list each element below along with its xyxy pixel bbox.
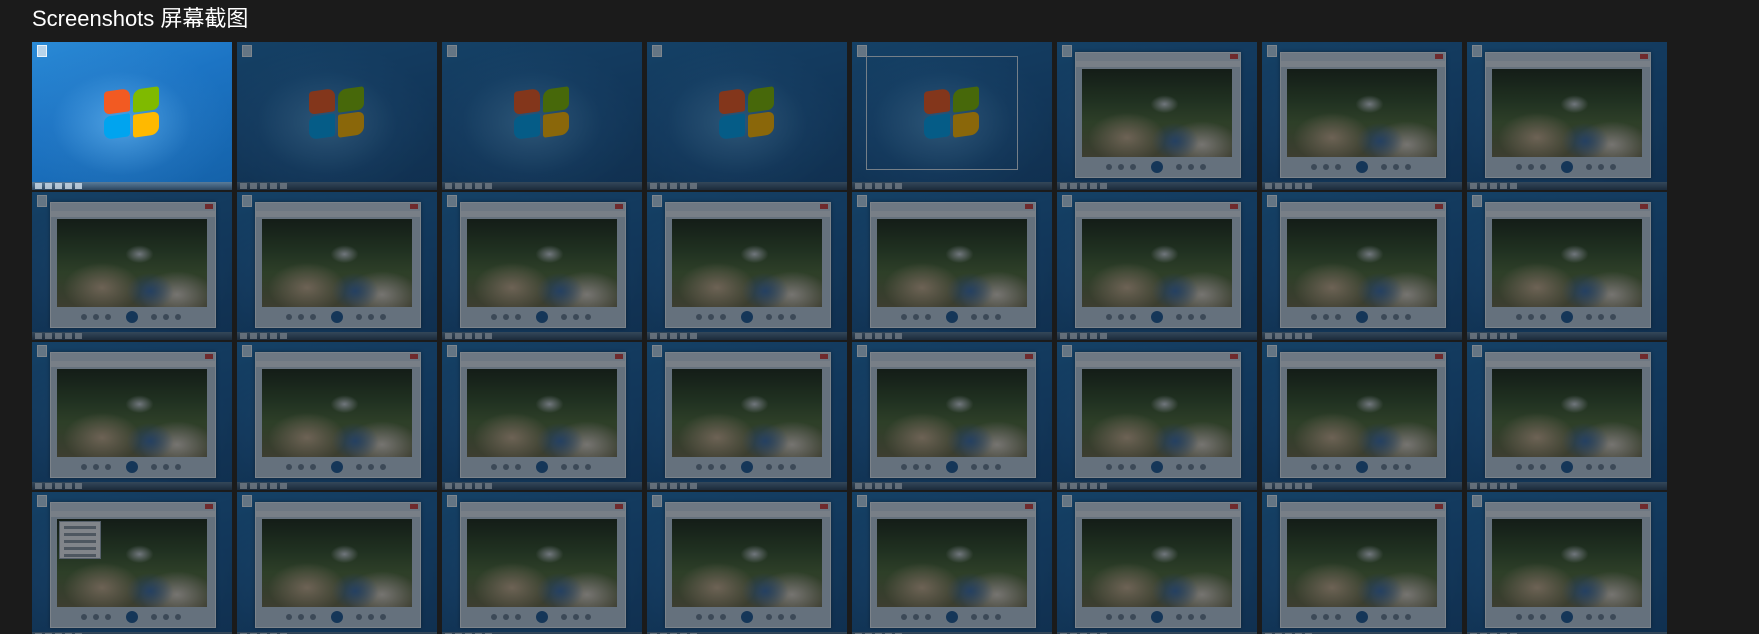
screenshot-thumbnail[interactable] <box>852 42 1052 190</box>
screenshot-thumbnail[interactable] <box>1467 42 1667 190</box>
screenshot-thumbnail[interactable] <box>237 42 437 190</box>
taskbar-button <box>75 183 82 189</box>
screenshot-thumbnail[interactable] <box>1467 492 1667 634</box>
inactive-overlay <box>647 342 847 490</box>
inactive-overlay <box>852 492 1052 634</box>
windows-logo-pane <box>133 111 159 138</box>
inactive-overlay <box>1262 42 1462 190</box>
screenshot-thumbnail[interactable] <box>442 192 642 340</box>
screenshot-thumbnail[interactable] <box>32 342 232 490</box>
inactive-overlay <box>32 342 232 490</box>
inactive-overlay <box>852 42 1052 190</box>
screenshot-thumbnail[interactable] <box>32 42 232 190</box>
taskbar-button <box>45 183 52 189</box>
inactive-overlay <box>32 192 232 340</box>
screenshot-thumbnail[interactable] <box>647 192 847 340</box>
screenshot-thumbnail[interactable] <box>1262 42 1462 190</box>
inactive-overlay <box>237 42 437 190</box>
inactive-overlay <box>1467 492 1667 634</box>
screenshots-heading: Screenshots 屏幕截图 <box>32 6 249 31</box>
screenshot-thumbnail[interactable] <box>32 192 232 340</box>
screenshot-thumbnail[interactable] <box>852 192 1052 340</box>
screenshot-thumbnail[interactable] <box>1262 192 1462 340</box>
inactive-overlay <box>647 492 847 634</box>
inactive-overlay <box>852 342 1052 490</box>
inactive-overlay <box>237 492 437 634</box>
inactive-overlay <box>237 342 437 490</box>
windows-logo-pane <box>104 113 130 140</box>
screenshot-thumbnail[interactable] <box>647 42 847 190</box>
screenshot-thumbnail[interactable] <box>852 492 1052 634</box>
windows-logo-icon <box>102 86 162 140</box>
screenshot-thumbnail[interactable] <box>1057 342 1257 490</box>
inactive-overlay <box>1057 492 1257 634</box>
windows-logo-pane <box>133 86 159 113</box>
taskbar <box>32 182 232 190</box>
inactive-overlay <box>1262 342 1462 490</box>
inactive-overlay <box>1262 192 1462 340</box>
inactive-overlay <box>1467 42 1667 190</box>
inactive-overlay <box>442 492 642 634</box>
inactive-overlay <box>852 192 1052 340</box>
screenshot-thumbnail[interactable] <box>1262 492 1462 634</box>
taskbar-button <box>35 183 42 189</box>
taskbar-button <box>65 183 72 189</box>
screenshot-thumbnail-grid <box>32 42 1667 634</box>
windows-logo-pane <box>104 88 130 115</box>
screenshot-thumbnail[interactable] <box>852 342 1052 490</box>
screenshot-thumbnail[interactable] <box>237 342 437 490</box>
inactive-overlay <box>1057 42 1257 190</box>
screenshot-thumbnail[interactable] <box>237 192 437 340</box>
inactive-overlay <box>647 192 847 340</box>
inactive-overlay <box>647 42 847 190</box>
screenshot-thumbnail[interactable] <box>1057 192 1257 340</box>
inactive-overlay <box>1057 342 1257 490</box>
inactive-overlay <box>32 492 232 634</box>
inactive-overlay <box>237 192 437 340</box>
inactive-overlay <box>1057 192 1257 340</box>
screenshot-thumbnail[interactable] <box>1057 492 1257 634</box>
inactive-overlay <box>1467 192 1667 340</box>
screenshot-thumbnail[interactable] <box>442 342 642 490</box>
inactive-overlay <box>442 192 642 340</box>
screenshot-thumbnail[interactable] <box>647 492 847 634</box>
screenshot-thumbnail[interactable] <box>237 492 437 634</box>
screenshot-thumbnail[interactable] <box>1057 42 1257 190</box>
screenshots-page: Screenshots 屏幕截图 <box>0 0 1759 634</box>
recycle-bin-icon <box>37 45 47 57</box>
screenshot-thumbnail[interactable] <box>32 492 232 634</box>
inactive-overlay <box>1262 492 1462 634</box>
screenshot-thumbnail[interactable] <box>1467 192 1667 340</box>
inactive-overlay <box>1467 342 1667 490</box>
screenshot-thumbnail[interactable] <box>647 342 847 490</box>
inactive-overlay <box>442 342 642 490</box>
screenshot-thumbnail[interactable] <box>442 492 642 634</box>
inactive-overlay <box>442 42 642 190</box>
screenshot-thumbnail[interactable] <box>442 42 642 190</box>
screenshot-thumbnail[interactable] <box>1262 342 1462 490</box>
screenshot-thumbnail[interactable] <box>1467 342 1667 490</box>
taskbar-button <box>55 183 62 189</box>
